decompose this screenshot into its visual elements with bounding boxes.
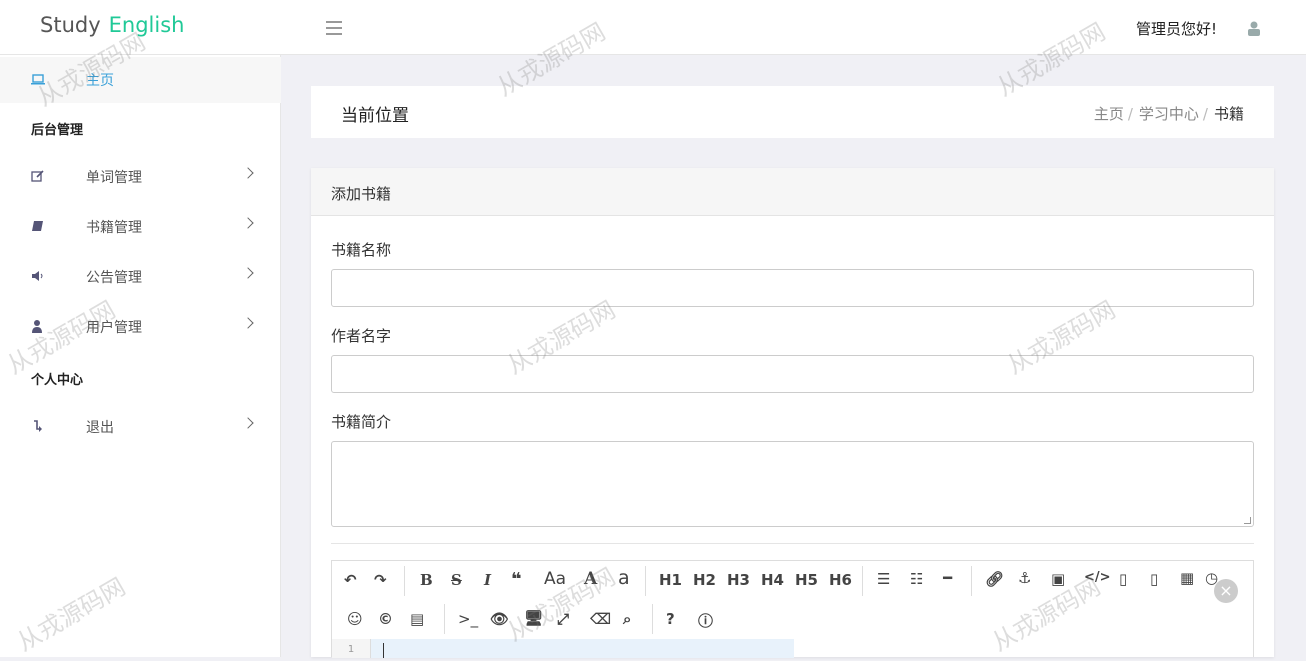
anchor-icon[interactable]: ⚓︎ — [1018, 569, 1031, 587]
sidebar-item-words[interactable]: 单词管理 — [0, 154, 281, 200]
search-icon[interactable]: ⌕ — [623, 610, 631, 628]
sidebar-item-label: 用户管理 — [86, 320, 142, 336]
admin-greeting: 管理员您好! — [1136, 20, 1218, 38]
sidebar: 主页 后台管理 单词管理 书籍管理 公告管理 用户管理 个人中心 退出 — [0, 55, 281, 657]
current-location-label: 当前位置 — [341, 106, 409, 126]
sidebar-item-label: 单词管理 — [86, 170, 142, 186]
breadcrumb-bar: 当前位置 主页 / 学习中心 / 书籍 — [311, 86, 1274, 138]
undo-icon[interactable]: ↶ — [344, 571, 357, 589]
top-navbar: Study English 管理员您好! — [0, 0, 1306, 55]
h6-button[interactable]: H6 — [829, 571, 852, 589]
sidebar-item-label: 主页 — [86, 73, 114, 89]
panel-header: 添加书籍 — [311, 168, 1274, 216]
volume-icon — [32, 271, 43, 281]
terminal-icon[interactable]: >_ — [458, 610, 478, 628]
pagebreak-icon[interactable]: ▤ — [410, 610, 424, 628]
chevron-right-icon — [242, 317, 254, 329]
h4-button[interactable]: H4 — [761, 571, 784, 589]
sidebar-item-label: 退出 — [86, 420, 114, 436]
sidebar-item-logout[interactable]: 退出 — [0, 404, 281, 450]
chevron-right-icon — [242, 167, 254, 179]
user-icon — [32, 320, 42, 333]
divider — [331, 543, 1254, 544]
author-name-input[interactable] — [331, 355, 1254, 393]
italic-button[interactable]: I — [484, 571, 491, 589]
sidebar-item-notices[interactable]: 公告管理 — [0, 254, 281, 300]
watch-icon[interactable]: 👁︎ — [490, 610, 509, 628]
quote-icon[interactable]: ❝ — [511, 569, 522, 590]
book-name-label: 书籍名称 — [331, 241, 392, 259]
code-editor-area[interactable] — [371, 639, 794, 658]
chevron-right-icon — [242, 417, 254, 429]
menu-toggle-icon[interactable] — [326, 17, 342, 37]
h2-button[interactable]: H2 — [693, 571, 716, 589]
lowercase-button[interactable]: a — [618, 567, 630, 589]
breadcrumb-current: 书籍 — [1213, 105, 1244, 123]
strikethrough-button[interactable]: S — [451, 571, 462, 589]
close-icon[interactable]: × — [1214, 579, 1238, 603]
code-block-icon[interactable]: ▯ — [1119, 570, 1127, 588]
table-icon[interactable]: ▦ — [1180, 569, 1194, 587]
horizontal-rule-icon[interactable]: ━ — [943, 569, 952, 587]
book-intro-label: 书籍简介 — [331, 413, 392, 431]
preformatted-icon[interactable]: ▯ — [1150, 570, 1158, 588]
chevron-right-icon — [242, 217, 254, 229]
sidebar-item-users[interactable]: 用户管理 — [0, 304, 281, 350]
section-admin: 后台管理 — [31, 123, 84, 138]
markdown-editor: ↶ ↷ B S I ❝ Aa A a H1 H2 H3 H4 H5 H6 ☰ ☷… — [331, 560, 1254, 658]
author-name-label: 作者名字 — [331, 327, 392, 345]
h5-button[interactable]: H5 — [795, 571, 818, 589]
logo[interactable]: Study English — [40, 13, 184, 37]
sidebar-item-home[interactable]: 主页 — [0, 57, 281, 103]
code-icon[interactable]: </> — [1084, 570, 1111, 585]
help-icon[interactable]: ? — [666, 610, 675, 628]
sidebar-item-label: 公告管理 — [86, 270, 142, 286]
logo-word-english: English — [108, 13, 185, 37]
breadcrumb: 主页 / 学习中心 / 书籍 — [1093, 105, 1244, 123]
breadcrumb-home[interactable]: 主页 — [1094, 105, 1124, 123]
section-personal: 个人中心 — [31, 373, 84, 388]
emoji-icon[interactable]: ☺ — [347, 610, 363, 628]
info-icon[interactable]: ⓘ — [698, 610, 713, 631]
laptop-icon — [31, 74, 45, 85]
line-number-gutter: 1 — [332, 639, 371, 658]
link-icon[interactable]: 🔗︎ — [985, 570, 1004, 588]
h3-button[interactable]: H3 — [727, 571, 750, 589]
logo-word-study: Study — [40, 13, 101, 37]
uppercase-aa-button[interactable]: Aa — [544, 569, 566, 589]
book-name-input[interactable] — [331, 269, 1254, 307]
bold-button[interactable]: B — [420, 571, 433, 589]
clear-icon[interactable]: ⌫ — [590, 610, 611, 628]
sidebar-item-books[interactable]: 书籍管理 — [0, 204, 281, 250]
book-icon — [32, 221, 43, 231]
exit-icon — [34, 420, 42, 432]
fullscreen-icon[interactable]: ⤢ — [557, 610, 569, 628]
edit-icon — [31, 170, 44, 182]
text-cursor — [383, 643, 384, 658]
book-intro-textarea[interactable] — [331, 441, 1254, 527]
add-book-panel: 添加书籍 书籍名称 作者名字 书籍简介 ↶ ↷ B S I ❝ Aa A a H… — [311, 168, 1274, 658]
html-entities-icon[interactable]: © — [378, 610, 393, 628]
image-icon[interactable]: ▣ — [1051, 570, 1065, 588]
breadcrumb-study-center[interactable]: 学习中心 — [1139, 105, 1199, 123]
uppercase-button[interactable]: A — [584, 569, 597, 589]
preview-icon[interactable]: 🖥︎ — [524, 609, 543, 627]
unordered-list-icon[interactable]: ☰ — [877, 570, 890, 588]
sidebar-item-label: 书籍管理 — [86, 220, 142, 236]
ordered-list-icon[interactable]: ☷ — [910, 570, 923, 588]
panel-title: 添加书籍 — [331, 185, 392, 203]
user-avatar-icon[interactable] — [1247, 20, 1261, 36]
redo-icon[interactable]: ↷ — [374, 571, 387, 589]
chevron-right-icon — [242, 267, 254, 279]
h1-button[interactable]: H1 — [659, 571, 682, 589]
